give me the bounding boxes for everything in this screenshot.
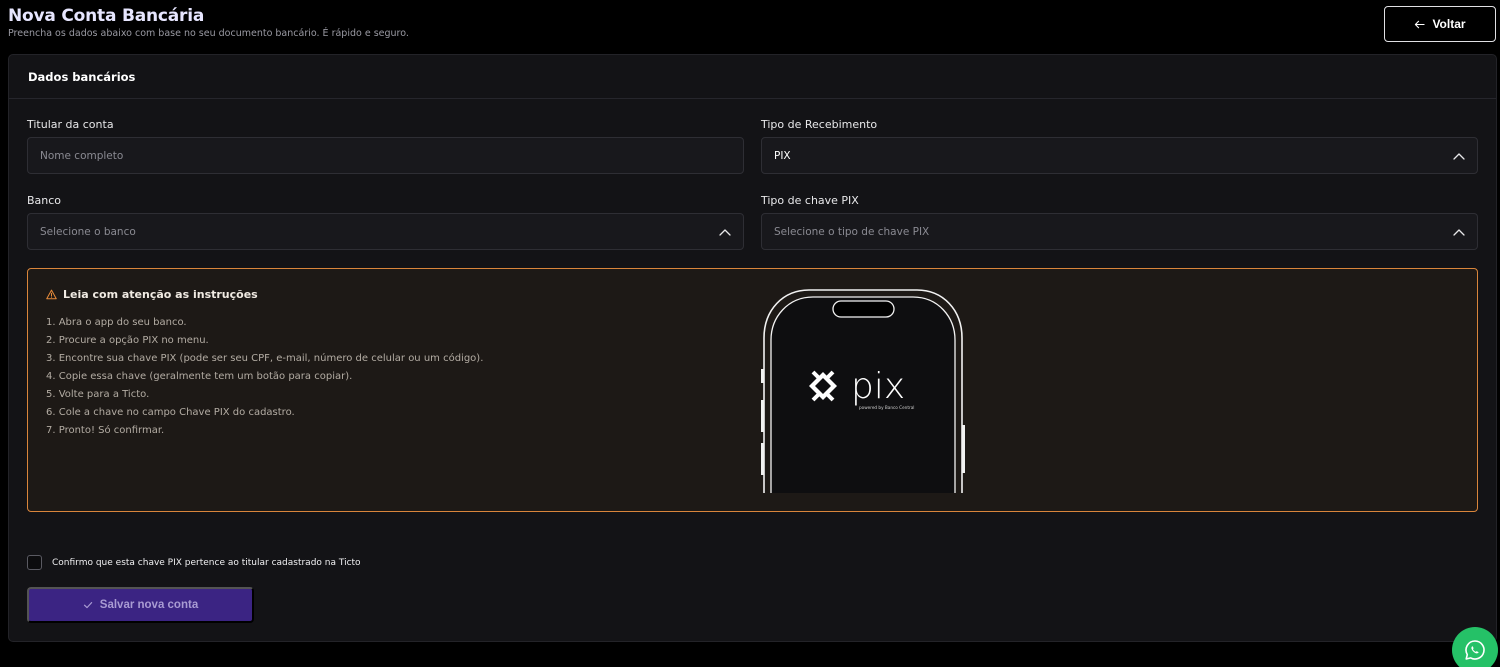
receipt-type-select[interactable]: PIX [761,137,1478,174]
back-button-label: Voltar [1432,17,1466,31]
instruction-step: 7. Pronto! Só confirmar. [46,425,165,436]
holder-field: Titular da conta Nome completo [27,118,744,174]
holder-placeholder: Nome completo [40,149,124,162]
pix-key-type-select[interactable]: Selecione o tipo de chave PIX [761,213,1478,250]
phone-pix-illustration: pix powered by Banco Central [761,289,965,493]
page-title: Nova Conta Bancária [8,6,205,26]
chevron-up-icon [1453,228,1465,236]
whatsapp-icon [1465,640,1485,660]
instruction-step: 6. Cole a chave no campo Chave PIX do ca… [46,407,295,418]
receipt-type-label: Tipo de Recebimento [761,118,878,131]
confirm-checkbox[interactable] [27,555,42,570]
arrow-left-icon [1415,20,1426,28]
pix-logo-text: pix [851,366,905,407]
bank-placeholder: Selecione o banco [40,225,136,238]
pix-key-type-label: Tipo de chave PIX [761,194,859,207]
save-account-label: Salvar nova conta [99,599,199,611]
receipt-type-field: Tipo de Recebimento PIX [761,118,1478,174]
holder-label: Titular da conta [27,118,114,131]
warning-triangle-icon [46,289,57,300]
instruction-step: 2. Procure a opção PIX no menu. [46,335,209,346]
instructions-panel: Leia com atenção as instruções 1. Abra o… [27,268,1478,512]
pix-key-type-placeholder: Selecione o tipo de chave PIX [774,225,930,238]
instructions-title: Leia com atenção as instruções [46,288,258,301]
bank-field: Banco Selecione o banco [27,194,744,250]
pix-key-type-field: Tipo de chave PIX Selecione o tipo de ch… [761,194,1478,250]
instruction-step: 3. Encontre sua chave PIX (pode ser seu … [46,353,484,364]
page-subtitle: Preencha os dados abaixo com base no seu… [8,28,409,39]
instructions-title-text: Leia com atenção as instruções [63,288,258,301]
chevron-up-icon [1453,152,1465,160]
receipt-type-value: PIX [774,149,791,162]
pix-logo-caption: powered by Banco Central [859,405,914,410]
bank-select[interactable]: Selecione o banco [27,213,744,250]
page-header: Nova Conta Bancária Preencha os dados ab… [8,6,1496,46]
confirm-label[interactable]: Confirmo que esta chave PIX pertence ao … [52,558,361,568]
holder-input[interactable]: Nome completo [27,137,744,174]
instruction-step: 4. Copie essa chave (geralmente tem um b… [46,371,353,382]
instruction-step: 1. Abra o app do seu banco. [46,317,187,328]
check-icon [83,602,92,609]
back-button[interactable]: Voltar [1384,6,1496,42]
whatsapp-button[interactable] [1452,627,1498,667]
section-title: Dados bancários [9,55,1496,99]
instruction-step: 5. Volte para a Ticto. [46,389,150,400]
bank-label: Banco [27,194,62,207]
instructions-list: 1. Abra o app do seu banco. 2. Procure a… [46,314,483,440]
save-account-button[interactable]: Salvar nova conta [27,587,254,623]
confirm-row: Confirmo que esta chave PIX pertence ao … [27,555,361,570]
bank-account-card: Dados bancários Titular da conta Nome co… [8,54,1497,642]
chevron-up-icon [719,228,731,236]
